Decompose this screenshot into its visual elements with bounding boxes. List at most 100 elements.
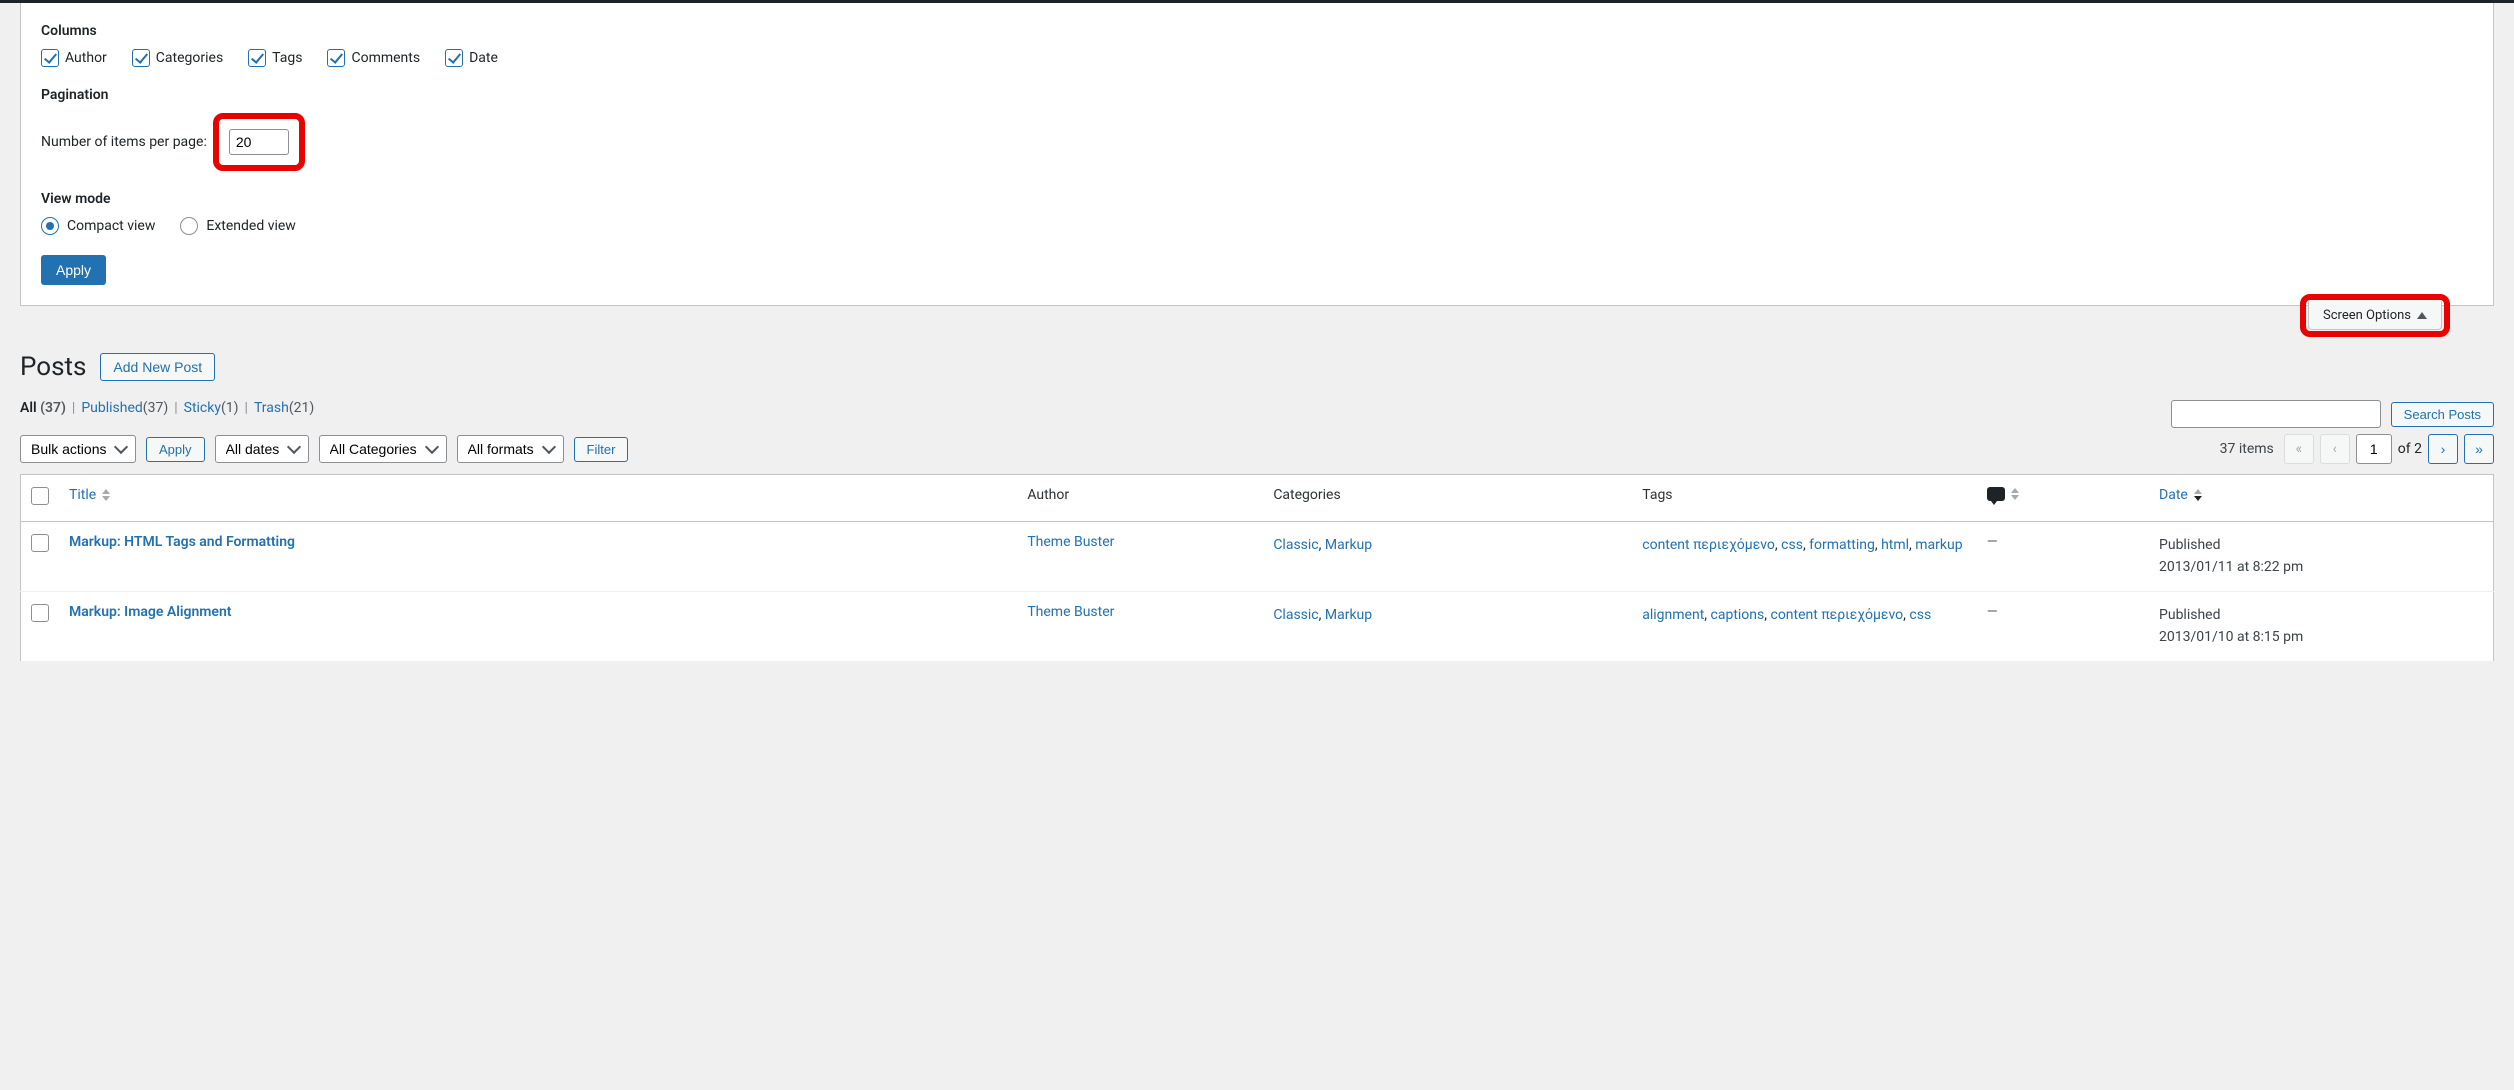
filter-sticky[interactable]: Sticky: [184, 400, 221, 416]
category-link[interactable]: Markup: [1325, 537, 1372, 553]
table-row: Markup: Image Alignment Theme Buster Class…: [21, 591, 2494, 661]
columns-row: Author Categories Tags Comments Date: [41, 49, 2473, 67]
column-label: Categories: [156, 50, 223, 66]
search-button[interactable]: Search Posts: [2391, 402, 2494, 427]
author-link[interactable]: Theme Buster: [1027, 534, 1114, 550]
column-label: Tags: [272, 50, 302, 66]
pagination-controls: « ‹ of 2 › »: [2284, 434, 2494, 464]
per-page-label: Number of items per page:: [41, 134, 207, 150]
row-checkbox[interactable]: [31, 534, 49, 552]
row-checkbox[interactable]: [31, 604, 49, 622]
view-mode-radio-compact[interactable]: [41, 217, 59, 235]
add-new-button[interactable]: Add New Post: [100, 353, 215, 381]
first-page-button: «: [2284, 434, 2314, 464]
dates-filter-select[interactable]: All dates: [215, 435, 309, 463]
sort-title[interactable]: Title: [69, 487, 110, 503]
sort-icon: [102, 489, 110, 501]
date-cell: Published2013/01/11 at 8:22 pm: [2149, 522, 2493, 592]
table-row: Markup: HTML Tags and Formatting Theme Bu…: [21, 522, 2494, 592]
pagination-heading: Pagination: [41, 87, 2473, 103]
items-count: 37 items: [2220, 441, 2274, 457]
pagination-of: of 2: [2398, 441, 2422, 457]
column-checkbox-author[interactable]: [41, 49, 59, 67]
column-toggle-date[interactable]: Date: [445, 49, 498, 67]
col-author-header: Author: [1017, 475, 1263, 522]
view-mode-extended[interactable]: Extended view: [180, 217, 295, 235]
column-label: Comments: [351, 50, 420, 66]
view-mode-label: Extended view: [206, 218, 295, 234]
page-title: Posts: [20, 352, 86, 382]
view-mode-row: Compact view Extended view: [41, 217, 2473, 235]
comments-count: —: [1987, 534, 1998, 550]
view-mode-radio-extended[interactable]: [180, 217, 198, 235]
screen-options-apply-button[interactable]: Apply: [41, 255, 106, 285]
tag-link[interactable]: formatting: [1809, 537, 1875, 553]
bulk-actions-select[interactable]: Bulk actions: [20, 435, 136, 463]
author-link[interactable]: Theme Buster: [1027, 604, 1114, 620]
column-label: Author: [65, 50, 107, 66]
per-page-input[interactable]: [229, 129, 289, 155]
pagination-row: Number of items per page:: [41, 113, 2473, 171]
next-page-button[interactable]: ›: [2428, 434, 2458, 464]
categories-filter-select[interactable]: All Categories: [319, 435, 447, 463]
column-toggle-author[interactable]: Author: [41, 49, 107, 67]
filter-published[interactable]: Published: [81, 400, 142, 416]
col-categories-header: Categories: [1263, 475, 1632, 522]
row-title-link[interactable]: Markup: Image Alignment: [69, 604, 231, 620]
screen-options-toggle[interactable]: Screen Options: [2308, 301, 2442, 330]
tag-link[interactable]: css: [1909, 607, 1931, 623]
view-mode-compact[interactable]: Compact view: [41, 217, 155, 235]
screen-options-tab-wrap: Screen Options: [20, 306, 2494, 346]
comment-icon: [1987, 487, 2005, 501]
search-row: Search Posts: [2171, 400, 2494, 428]
sort-icon: [2011, 488, 2019, 500]
view-mode-heading: View mode: [41, 191, 2473, 207]
sort-date[interactable]: Date: [2159, 487, 2202, 503]
screen-options-toggle-label: Screen Options: [2323, 308, 2411, 323]
current-page-input[interactable]: [2356, 434, 2392, 464]
category-link[interactable]: Markup: [1325, 607, 1372, 623]
tag-link[interactable]: alignment: [1642, 607, 1704, 623]
column-checkbox-date[interactable]: [445, 49, 463, 67]
caret-up-icon: [2417, 312, 2427, 319]
sort-icon: [2194, 489, 2202, 501]
tag-link[interactable]: content περιεχόμενο: [1642, 537, 1775, 553]
filter-trash[interactable]: Trash: [254, 400, 289, 416]
highlight-per-page: [213, 113, 305, 171]
tag-link[interactable]: content περιεχόμενο: [1770, 607, 1903, 623]
column-toggle-comments[interactable]: Comments: [327, 49, 420, 67]
category-link[interactable]: Classic: [1273, 537, 1318, 553]
search-input[interactable]: [2171, 400, 2381, 428]
date-cell: Published2013/01/10 at 8:15 pm: [2149, 591, 2493, 661]
category-link[interactable]: Classic: [1273, 607, 1318, 623]
status-filter-links: All (37) | Published (37) | Sticky (1) |…: [20, 400, 2171, 416]
column-checkbox-tags[interactable]: [248, 49, 266, 67]
select-all-checkbox[interactable]: [31, 487, 49, 505]
prev-page-button: ‹: [2320, 434, 2350, 464]
tag-link[interactable]: captions: [1711, 607, 1765, 623]
tag-link[interactable]: css: [1781, 537, 1803, 553]
screen-options-panel: Columns Author Categories Tags Comments …: [20, 3, 2494, 306]
column-label: Date: [469, 50, 498, 66]
bulk-apply-button[interactable]: Apply: [146, 437, 205, 462]
heading-row: Posts Add New Post: [20, 352, 2494, 382]
filter-all[interactable]: All (37): [20, 400, 66, 416]
posts-table: Title Author Categories Tags Date: [20, 474, 2494, 662]
column-checkbox-comments[interactable]: [327, 49, 345, 67]
formats-filter-select[interactable]: All formats: [457, 435, 564, 463]
column-checkbox-categories[interactable]: [132, 49, 150, 67]
column-toggle-categories[interactable]: Categories: [132, 49, 223, 67]
last-page-button[interactable]: »: [2464, 434, 2494, 464]
filter-button[interactable]: Filter: [574, 437, 629, 462]
comments-count: —: [1987, 604, 1998, 620]
tag-link[interactable]: markup: [1915, 537, 1962, 553]
content-wrap: Posts Add New Post All (37) | Published …: [0, 352, 2514, 682]
tablenav-top: Bulk actions Apply All dates All Categor…: [20, 434, 2494, 464]
tag-link[interactable]: html: [1881, 537, 1909, 553]
columns-heading: Columns: [41, 23, 2473, 39]
column-toggle-tags[interactable]: Tags: [248, 49, 302, 67]
col-tags-header: Tags: [1632, 475, 1977, 522]
sort-comments[interactable]: [1987, 487, 2019, 501]
row-title-link[interactable]: Markup: HTML Tags and Formatting: [69, 534, 295, 550]
view-mode-label: Compact view: [67, 218, 155, 234]
